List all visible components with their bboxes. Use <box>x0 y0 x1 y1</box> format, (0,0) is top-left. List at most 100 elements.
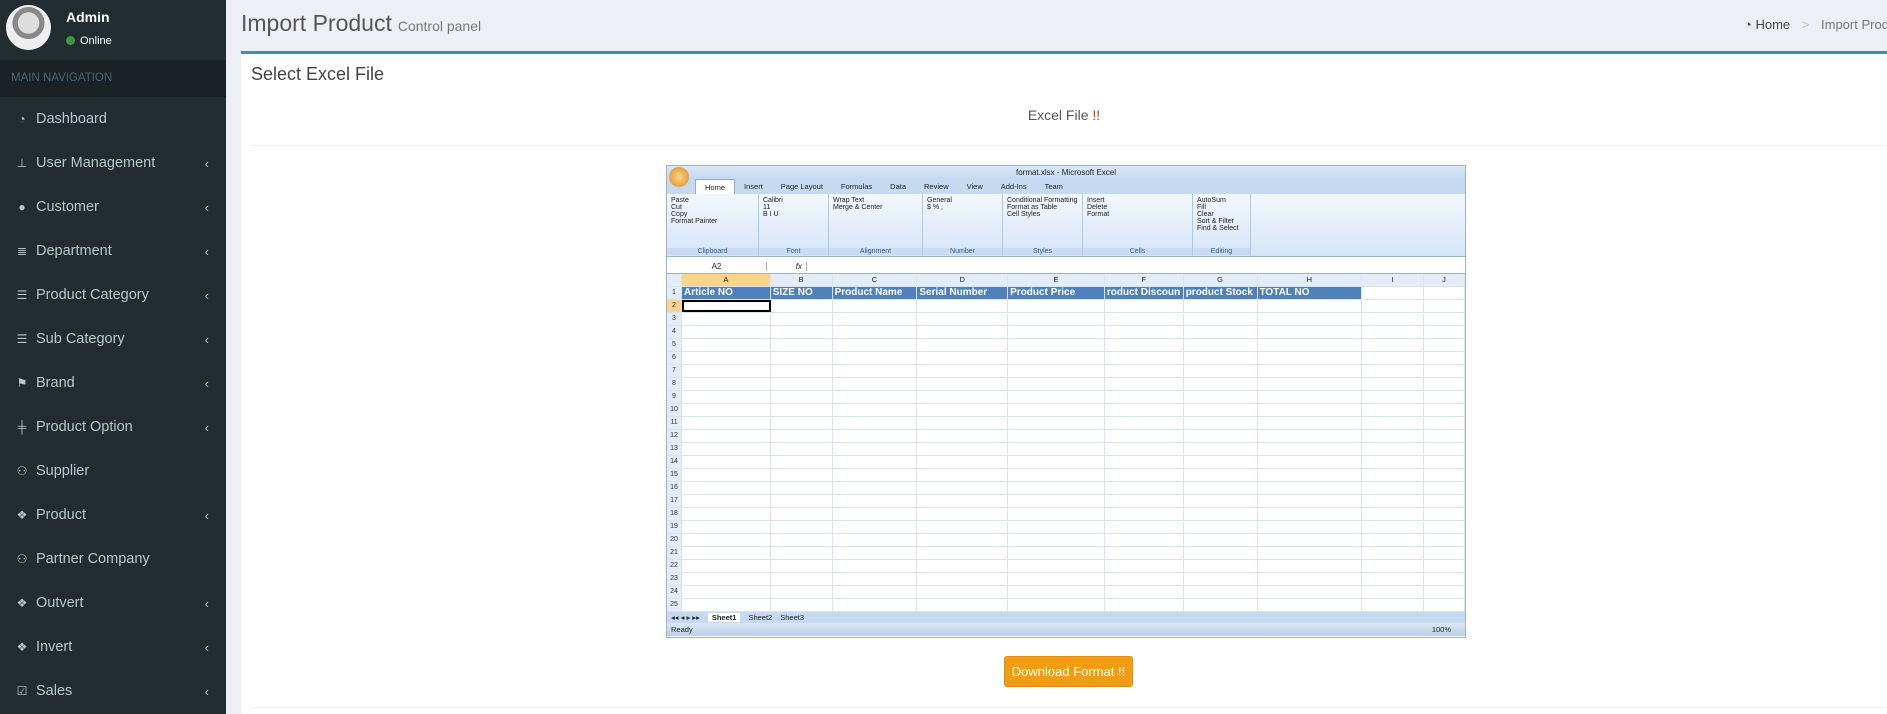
cell <box>682 456 771 468</box>
cell <box>771 495 833 507</box>
cell <box>682 573 771 585</box>
excel-ribbon-tabs: Home Insert Page Layout Formulas Data Review V… <box>667 179 1465 194</box>
cell <box>682 521 771 533</box>
cell <box>917 417 1009 429</box>
cell <box>1258 365 1363 377</box>
sidebar-item-dashboard[interactable]: ◔ Dashboard <box>0 97 226 141</box>
excel-ribbon-group: Insert Delete Format Cells <box>1083 194 1193 256</box>
cell <box>1424 404 1465 416</box>
cell <box>1008 599 1105 611</box>
download-format-button[interactable]: Download Format !! <box>1004 656 1133 687</box>
cell <box>917 430 1009 442</box>
row-number: 22 <box>667 560 682 572</box>
sidebar-item-supplier[interactable]: ⚇ Supplier <box>0 449 226 493</box>
cell <box>1008 469 1105 481</box>
excel-row: 8 <box>667 378 1465 391</box>
cell <box>1008 300 1105 312</box>
ribbon-item: Clear <box>1197 211 1214 218</box>
cell <box>1424 326 1465 338</box>
cell <box>917 352 1009 364</box>
sidebar-item-sales[interactable]: ☑ Sales ‹ <box>0 669 226 713</box>
cell <box>1105 560 1184 572</box>
cell <box>1424 573 1465 585</box>
sidebar-item-sub-category[interactable]: ☰ Sub Category ‹ <box>0 317 226 361</box>
excel-tab: Data <box>890 182 907 191</box>
cell <box>917 443 1009 455</box>
sidebar-item-user-management[interactable]: ⊥ User Management ‹ <box>0 141 226 185</box>
row-number: 10 <box>667 404 682 416</box>
cell <box>771 404 833 416</box>
excel-status-bar: Ready 100% <box>667 623 1465 636</box>
excel-row: 16 <box>667 482 1465 495</box>
cell <box>682 560 771 572</box>
cell <box>917 339 1009 351</box>
cell <box>1008 495 1105 507</box>
cell <box>1105 456 1184 468</box>
ribbon-item: Calibri <box>763 197 783 204</box>
sidebar-item-label: User Management <box>36 155 156 171</box>
cell <box>833 586 918 598</box>
sidebar-item-product[interactable]: ❖ Product ‹ <box>0 493 226 537</box>
title-text: Import Product <box>241 10 392 36</box>
cell <box>1362 573 1425 585</box>
sidebar-item-product-option[interactable]: ╪ Product Option ‹ <box>0 405 226 449</box>
office-button-icon <box>669 167 689 187</box>
cell <box>1258 495 1363 507</box>
excel-title-bar: format.xlsx - Microsoft Excel <box>667 166 1465 179</box>
cell <box>1362 495 1425 507</box>
cell <box>833 404 918 416</box>
cell <box>681 300 771 312</box>
sidebar-item-label: Customer <box>36 199 99 215</box>
sidebar-item-label: Brand <box>36 375 75 391</box>
sidebar-item-label: Supplier <box>36 463 90 479</box>
cell <box>833 521 918 533</box>
sidebar-item-outvert[interactable]: ❖ Outvert ‹ <box>0 581 226 625</box>
cell <box>682 586 771 598</box>
ribbon-item: Find & Select <box>1197 225 1239 232</box>
sidebar-item-label: Product Category <box>36 287 149 303</box>
ribbon-item: Wrap Text <box>833 197 865 204</box>
excel-formula-bar: A2 fx <box>667 260 1465 274</box>
ribbon-item: Paste <box>671 197 689 204</box>
sidebar-item-brand[interactable]: ⚑ Brand ‹ <box>0 361 226 405</box>
excel-tab: Team <box>1044 182 1063 191</box>
cell <box>1362 586 1425 598</box>
online-dot-icon <box>66 36 75 45</box>
header-cell: Article NO <box>681 287 771 299</box>
cell <box>917 391 1009 403</box>
cell <box>1105 430 1184 442</box>
chevron-left-icon: ‹ <box>204 331 209 347</box>
cell <box>682 508 771 520</box>
row-number: 3 <box>667 313 682 325</box>
sidebar-item-department[interactable]: ≣ Department ‹ <box>0 229 226 273</box>
excel-row: 23 <box>667 573 1465 586</box>
sidebar-item-partner-company[interactable]: ⚇ Partner Company <box>0 537 226 581</box>
cell <box>771 300 833 312</box>
excel-row: 22 <box>667 560 1465 573</box>
ribbon-item: General <box>927 197 952 204</box>
cell <box>1184 391 1258 403</box>
cell <box>833 326 918 338</box>
chevron-left-icon: ‹ <box>204 287 209 303</box>
cell <box>1184 378 1258 390</box>
cell <box>1362 560 1425 572</box>
sidebar-item-invert[interactable]: ❖ Invert ‹ <box>0 625 226 669</box>
ribbon-item: 11 <box>763 204 771 211</box>
cell <box>1362 456 1425 468</box>
cell <box>771 573 833 585</box>
cell <box>1424 534 1465 546</box>
cell <box>1105 521 1184 533</box>
ribbon-item: AutoSum <box>1197 197 1226 204</box>
cell <box>1105 417 1184 429</box>
cell <box>1424 469 1465 481</box>
breadcrumb-home[interactable]: Home <box>1755 17 1790 32</box>
cell <box>771 469 833 481</box>
ribbon-item: Copy <box>671 211 688 218</box>
column-header: G <box>1183 274 1258 286</box>
sidebar-item-product-category[interactable]: ☰ Product Category ‹ <box>0 273 226 317</box>
sidebar-item-customer[interactable]: ● Customer ‹ <box>0 185 226 229</box>
cell <box>1258 352 1363 364</box>
users-icon: ⚇ <box>16 464 28 478</box>
chevron-left-icon: ‹ <box>204 683 209 699</box>
cell <box>682 365 771 377</box>
